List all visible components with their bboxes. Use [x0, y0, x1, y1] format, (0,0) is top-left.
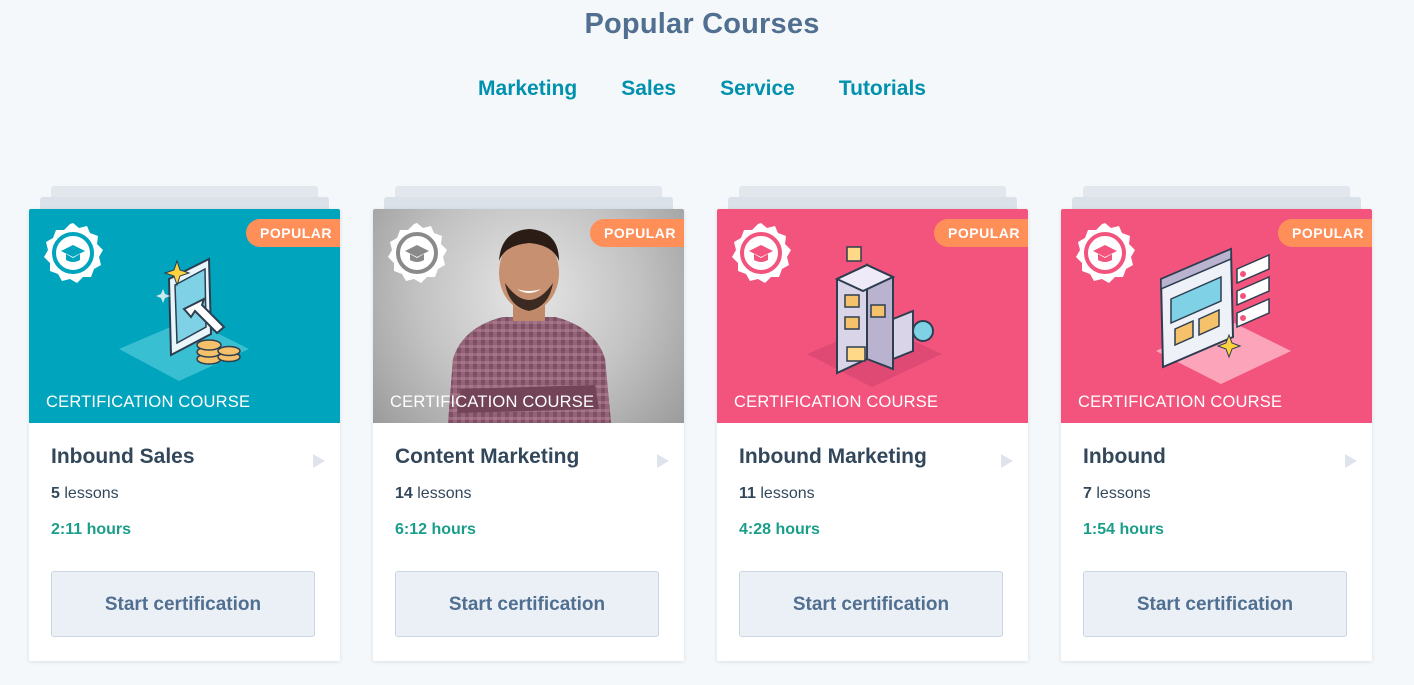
card-stack-shadow: [40, 197, 329, 209]
tab-sales[interactable]: Sales: [621, 77, 676, 101]
course-card[interactable]: POPULAR CERTIFICATION COURSE Inbound Mar…: [717, 209, 1028, 661]
start-certification-button[interactable]: Start certification: [1083, 571, 1347, 637]
course-title[interactable]: Inbound: [1083, 445, 1166, 469]
webpage-illustration-icon: [1156, 247, 1291, 384]
course-title[interactable]: Inbound Sales: [51, 445, 195, 469]
play-icon[interactable]: [1344, 453, 1358, 469]
category-tabs: Marketing Sales Service Tutorials: [0, 77, 1404, 101]
card-stack-shadow: [384, 197, 673, 209]
tab-tutorials[interactable]: Tutorials: [839, 77, 926, 101]
course-banner[interactable]: POPULAR CERTIFICATION COURSE: [373, 209, 684, 423]
card-stack-shadow: [728, 197, 1017, 209]
course-card-content-marketing[interactable]: POPULAR CERTIFICATION COURSE Content Mar…: [373, 186, 684, 661]
certification-course-label: CERTIFICATION COURSE: [734, 393, 939, 411]
card-stack-shadow: [1072, 197, 1361, 209]
certification-badge-icon: [44, 223, 103, 283]
course-card[interactable]: POPULAR CERTIFICATION COURSE Inbound 7 l…: [1061, 209, 1372, 661]
page-title: Popular Courses: [584, 8, 820, 40]
certification-course-label: CERTIFICATION COURSE: [46, 393, 251, 411]
course-card[interactable]: POPULAR CERTIFICATION COURSE Inbound Sal…: [29, 209, 340, 661]
play-icon[interactable]: [312, 453, 326, 469]
course-duration: 4:28 hours: [739, 521, 820, 538]
certification-badge-icon: [388, 223, 447, 283]
start-certification-button[interactable]: Start certification: [739, 571, 1003, 637]
start-certification-button[interactable]: Start certification: [51, 571, 315, 637]
start-certification-button[interactable]: Start certification: [395, 571, 659, 637]
course-title[interactable]: Content Marketing: [395, 445, 579, 469]
course-duration: 6:12 hours: [395, 521, 476, 538]
lessons-count: 14 lessons: [395, 485, 472, 502]
course-banner[interactable]: POPULAR CERTIFICATION COURSE: [1061, 209, 1372, 423]
certification-badge-icon: [732, 223, 791, 283]
course-card[interactable]: POPULAR CERTIFICATION COURSE Content Mar…: [373, 209, 684, 661]
lessons-count: 11 lessons: [739, 485, 815, 502]
course-banner[interactable]: POPULAR CERTIFICATION COURSE: [717, 209, 1028, 423]
course-card-inbound-marketing[interactable]: POPULAR CERTIFICATION COURSE Inbound Mar…: [717, 186, 1028, 661]
certification-badge-icon: [1076, 223, 1135, 283]
course-duration: 2:11 hours: [51, 521, 132, 538]
course-duration: 1:54 hours: [1083, 521, 1164, 538]
certification-course-label: CERTIFICATION COURSE: [1078, 393, 1283, 411]
lessons-count: 5 lessons: [51, 485, 119, 502]
tab-marketing[interactable]: Marketing: [478, 77, 577, 101]
play-icon[interactable]: [656, 453, 670, 469]
certification-course-label: CERTIFICATION COURSE: [390, 393, 595, 411]
marketing-machine-illustration-icon: [807, 246, 942, 387]
course-title[interactable]: Inbound Marketing: [739, 445, 927, 469]
course-card-inbound-sales[interactable]: POPULAR CERTIFICATION COURSE Inbound Sal…: [29, 186, 340, 661]
course-card-inbound[interactable]: POPULAR CERTIFICATION COURSE Inbound 7 l…: [1061, 186, 1372, 661]
popular-badge: POPULAR: [590, 219, 684, 247]
lessons-count: 7 lessons: [1083, 485, 1151, 502]
tab-service[interactable]: Service: [720, 77, 795, 101]
sales-illustration-icon: [119, 257, 249, 381]
play-icon[interactable]: [1000, 453, 1014, 469]
course-banner[interactable]: POPULAR CERTIFICATION COURSE: [29, 209, 340, 423]
